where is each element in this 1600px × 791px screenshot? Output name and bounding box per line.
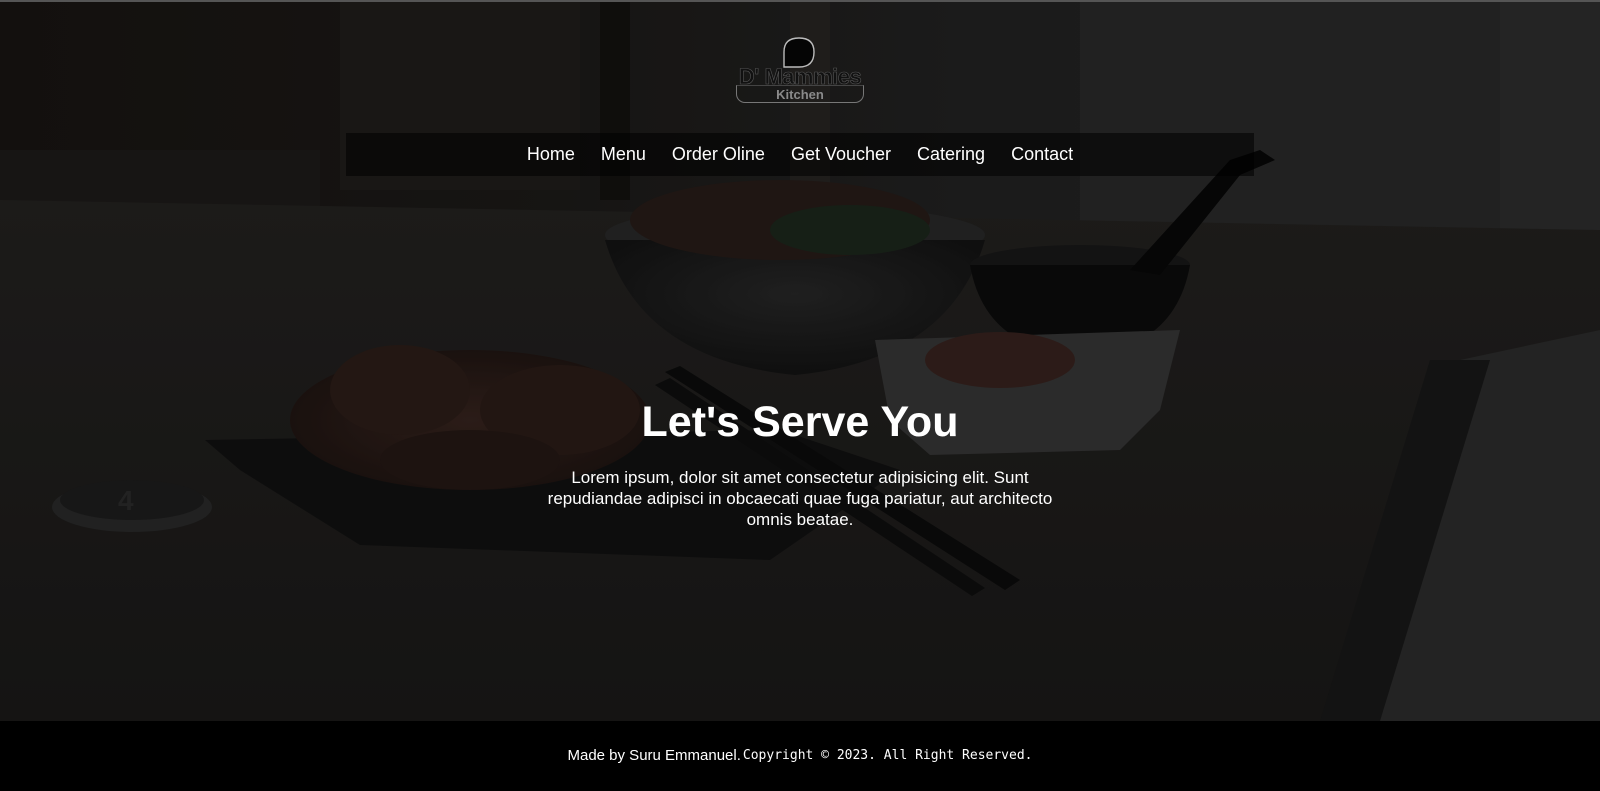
page: 4 D' Mammies Kitchen Home Menu Order Oli… — [0, 0, 1600, 791]
brand-logo[interactable]: D' Mammies Kitchen — [733, 36, 867, 106]
nav-get-voucher[interactable]: Get Voucher — [778, 144, 904, 165]
hero-section: 4 D' Mammies Kitchen Home Menu Order Oli… — [0, 0, 1600, 721]
nav-home[interactable]: Home — [514, 144, 588, 165]
hero-title: Let's Serve You — [641, 398, 959, 446]
top-border — [0, 0, 1600, 2]
hero-description: Lorem ipsum, dolor sit amet consectetur … — [547, 468, 1053, 529]
nav-menu[interactable]: Menu — [588, 144, 659, 165]
brand-sub: Kitchen — [776, 87, 824, 102]
nav-order-online[interactable]: Order Oline — [659, 144, 778, 165]
nav-contact[interactable]: Contact — [998, 144, 1086, 165]
main-navigation: Home Menu Order Oline Get Voucher Cateri… — [346, 133, 1254, 176]
footer: Made by Suru Emmanuel. Copyright © 2023.… — [0, 721, 1600, 791]
footer-copyright: Copyright © 2023. All Right Reserved. — [742, 747, 1033, 763]
hero-background-image: 4 — [0, 0, 1600, 721]
footer-author: Made by Suru Emmanuel. — [567, 746, 741, 764]
nav-catering[interactable]: Catering — [904, 144, 998, 165]
